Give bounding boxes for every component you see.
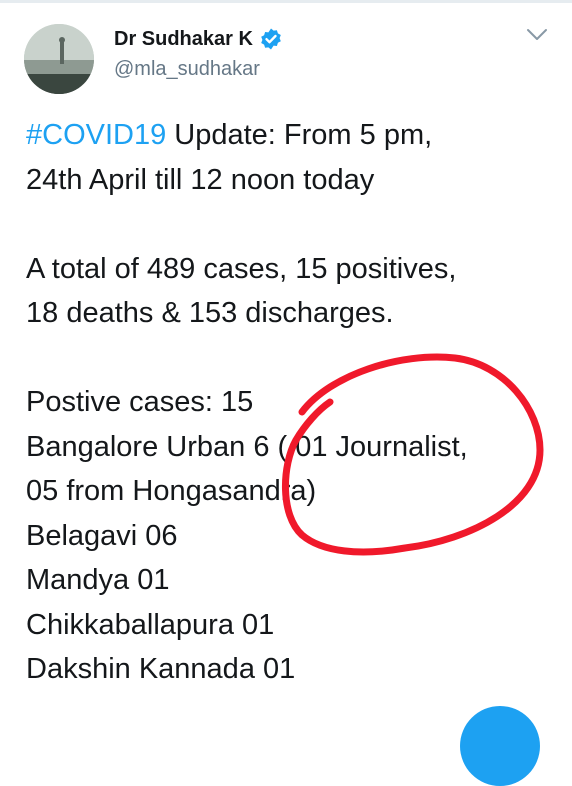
- tweet-line-text: Update: From 5 pm,: [166, 119, 433, 151]
- handle[interactable]: @mla_sudhakar: [114, 58, 283, 81]
- verified-badge-icon: [259, 27, 283, 51]
- display-name[interactable]: Dr Sudhakar K: [114, 28, 253, 51]
- tweet-text: #COVID19 Update: From 5 pm, 24th April t…: [26, 113, 566, 692]
- tweet-line: 18 deaths & 153 discharges.: [26, 297, 394, 329]
- hashtag-link[interactable]: #COVID19: [26, 119, 166, 151]
- tweet-line: 05 from Hongasandra): [26, 475, 317, 507]
- tweet-line: Postive cases: 15: [26, 386, 254, 418]
- tweet-line: 24th April till 12 noon today: [26, 163, 375, 196]
- tweet-line: Mandya 01: [26, 564, 170, 596]
- avatar-image: [24, 24, 94, 94]
- author-block: Dr Sudhakar K @mla_sudhakar: [114, 26, 283, 81]
- tweet-line: A total of 489 cases, 15 positives,: [26, 252, 457, 285]
- tweet-line: Chikkaballapura 01: [26, 608, 275, 641]
- compose-fab-button[interactable]: [460, 706, 540, 786]
- chevron-down-icon[interactable]: [526, 28, 548, 42]
- top-divider: [0, 0, 572, 3]
- name-row: Dr Sudhakar K: [114, 26, 283, 52]
- avatar[interactable]: [24, 24, 94, 94]
- tweet-line: Dakshin Kannada 01: [26, 653, 296, 685]
- tweet-line: Bangalore Urban 6 ( 01 Journalist,: [26, 430, 468, 463]
- tweet-line: Belagavi 06: [26, 519, 178, 552]
- tweet-line: #COVID19 Update: From 5 pm,: [26, 113, 566, 158]
